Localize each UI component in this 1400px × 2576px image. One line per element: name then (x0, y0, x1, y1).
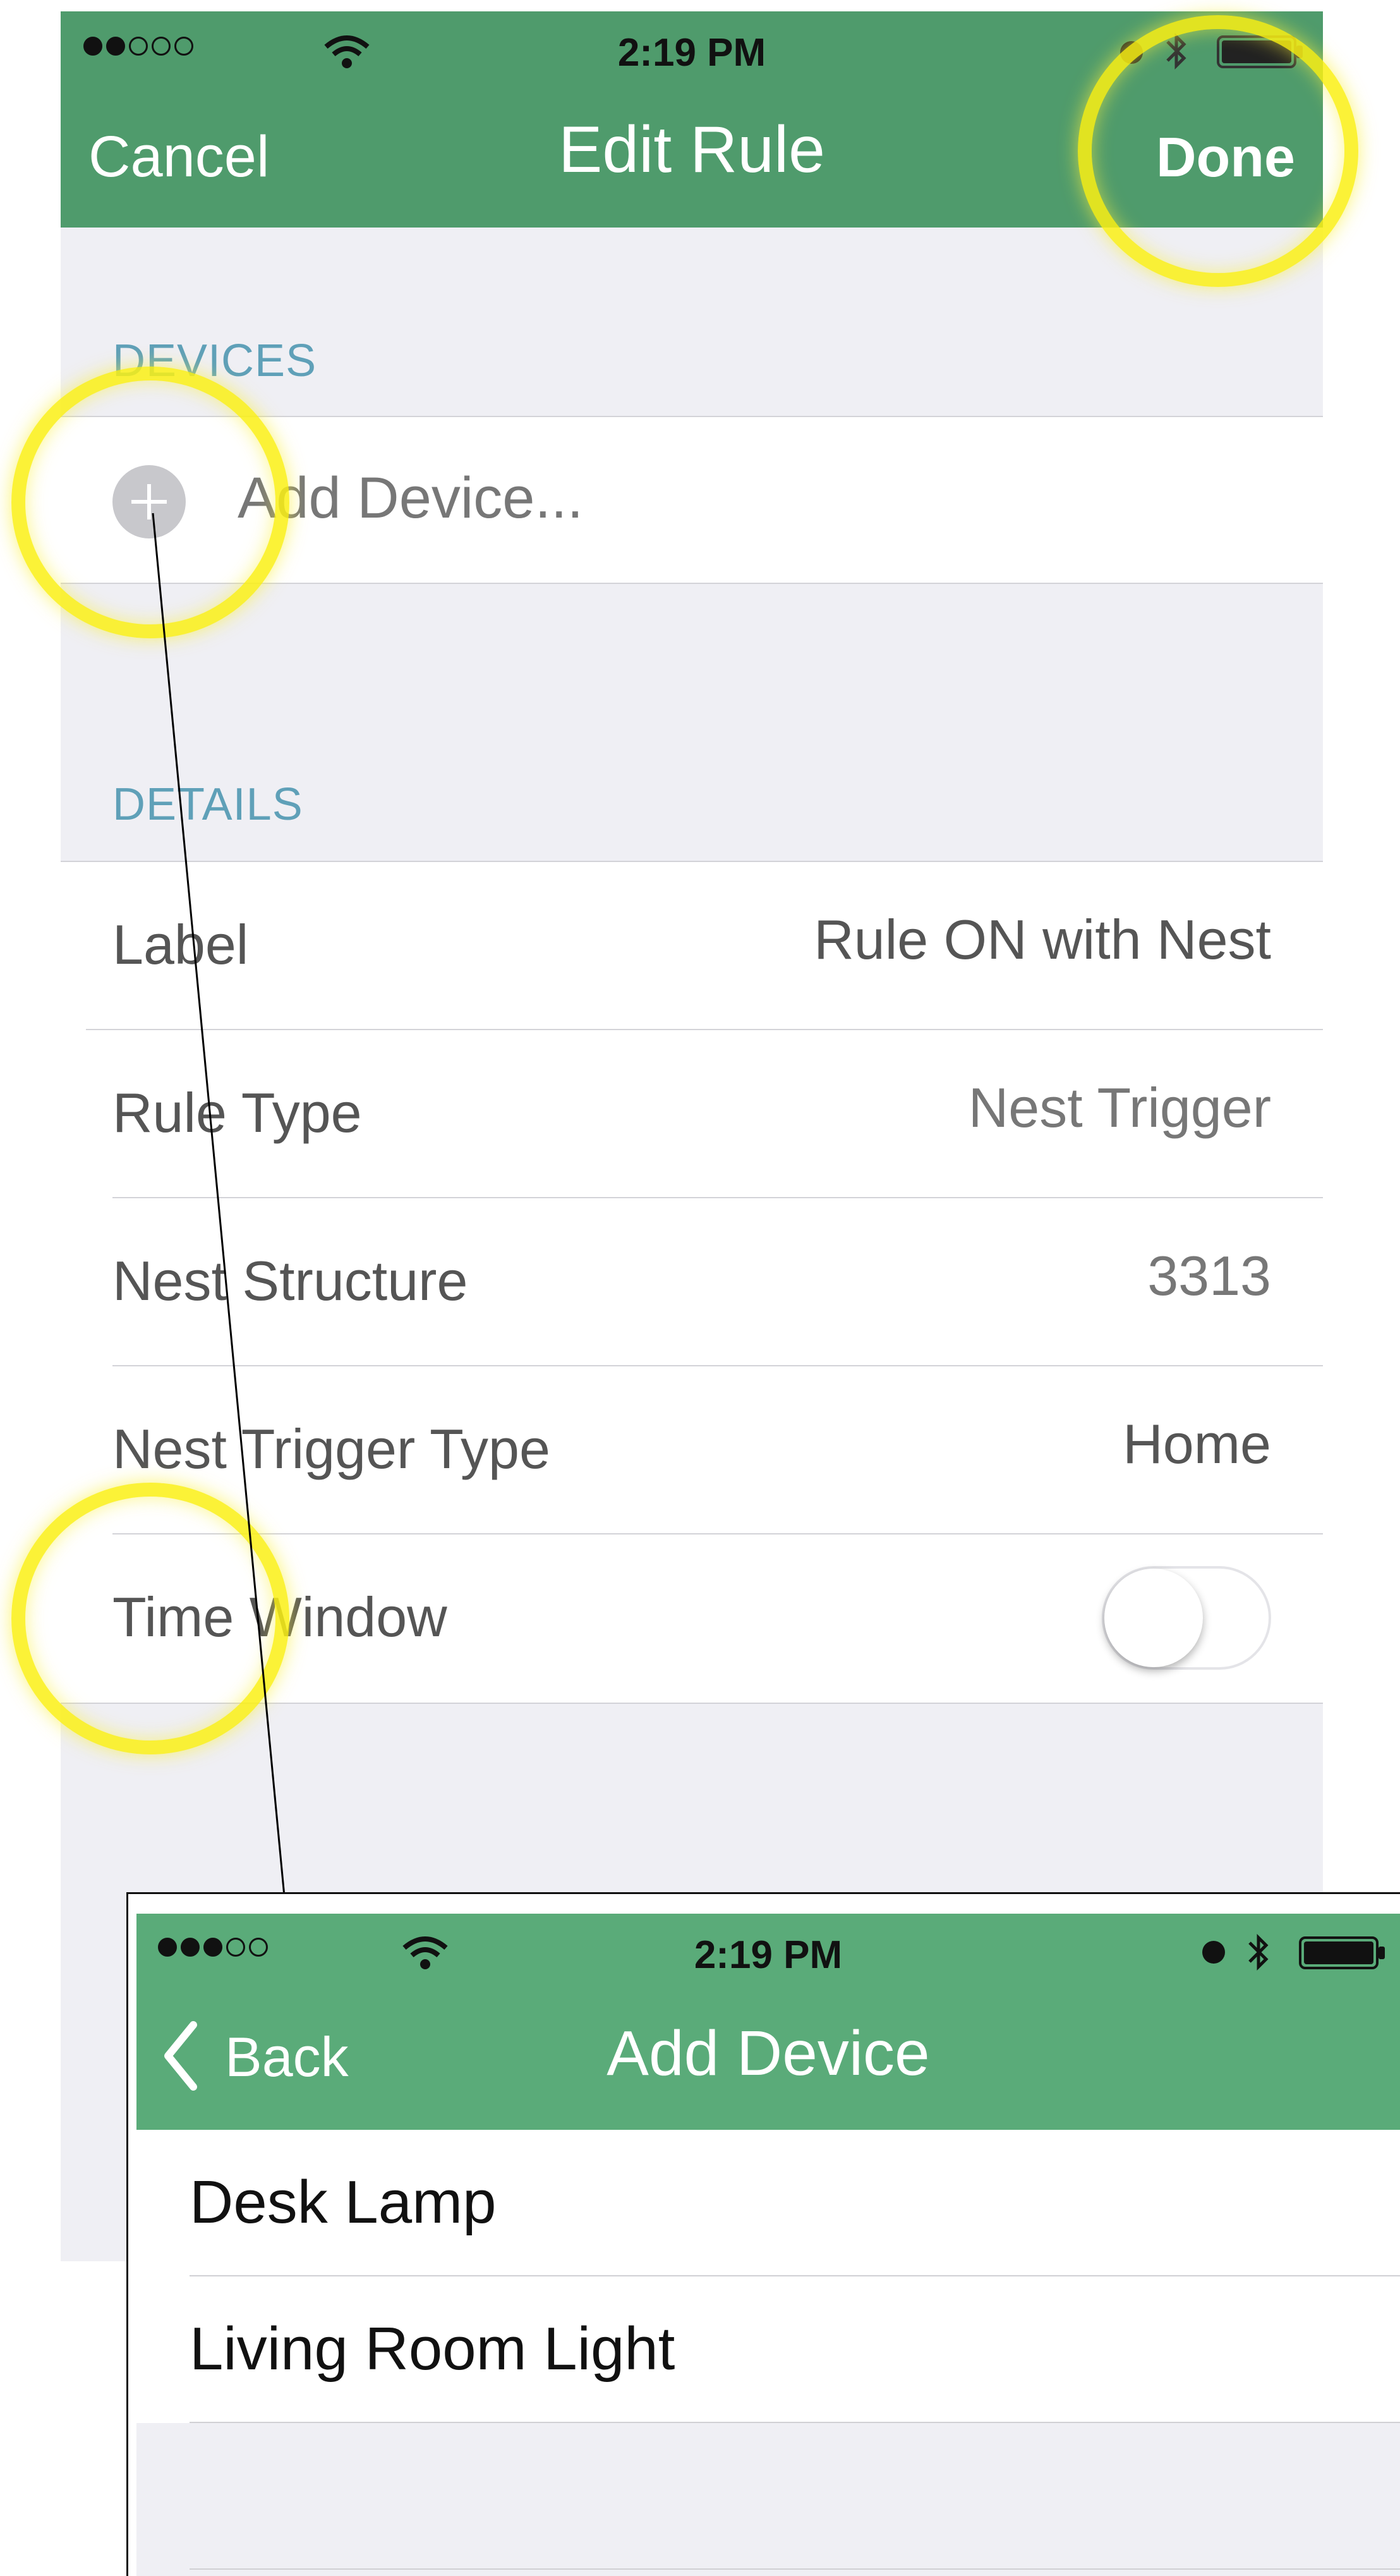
device-list-item[interactable]: Desk Lamp (136, 2130, 1400, 2276)
row-divider (190, 2422, 1400, 2423)
bluetooth-icon (1248, 1933, 1269, 1971)
device-list-item[interactable]: Living Room Light (136, 2276, 1400, 2423)
device-name: Living Room Light (190, 2315, 675, 2383)
row-divider (190, 2568, 1400, 2570)
device-name: Desk Lamp (190, 2168, 497, 2236)
page-title: Add Device (606, 2018, 930, 2089)
battery-icon (1299, 1936, 1385, 1969)
navigation-bar: 2:19 PM Back Add Device (136, 1914, 1400, 2130)
alarm-icon (1202, 1941, 1225, 1964)
add-device-screen: 2:19 PM Back Add Device Desk Lamp Living… (136, 1914, 1400, 2576)
status-bar: 2:19 PM (136, 1914, 1400, 1982)
